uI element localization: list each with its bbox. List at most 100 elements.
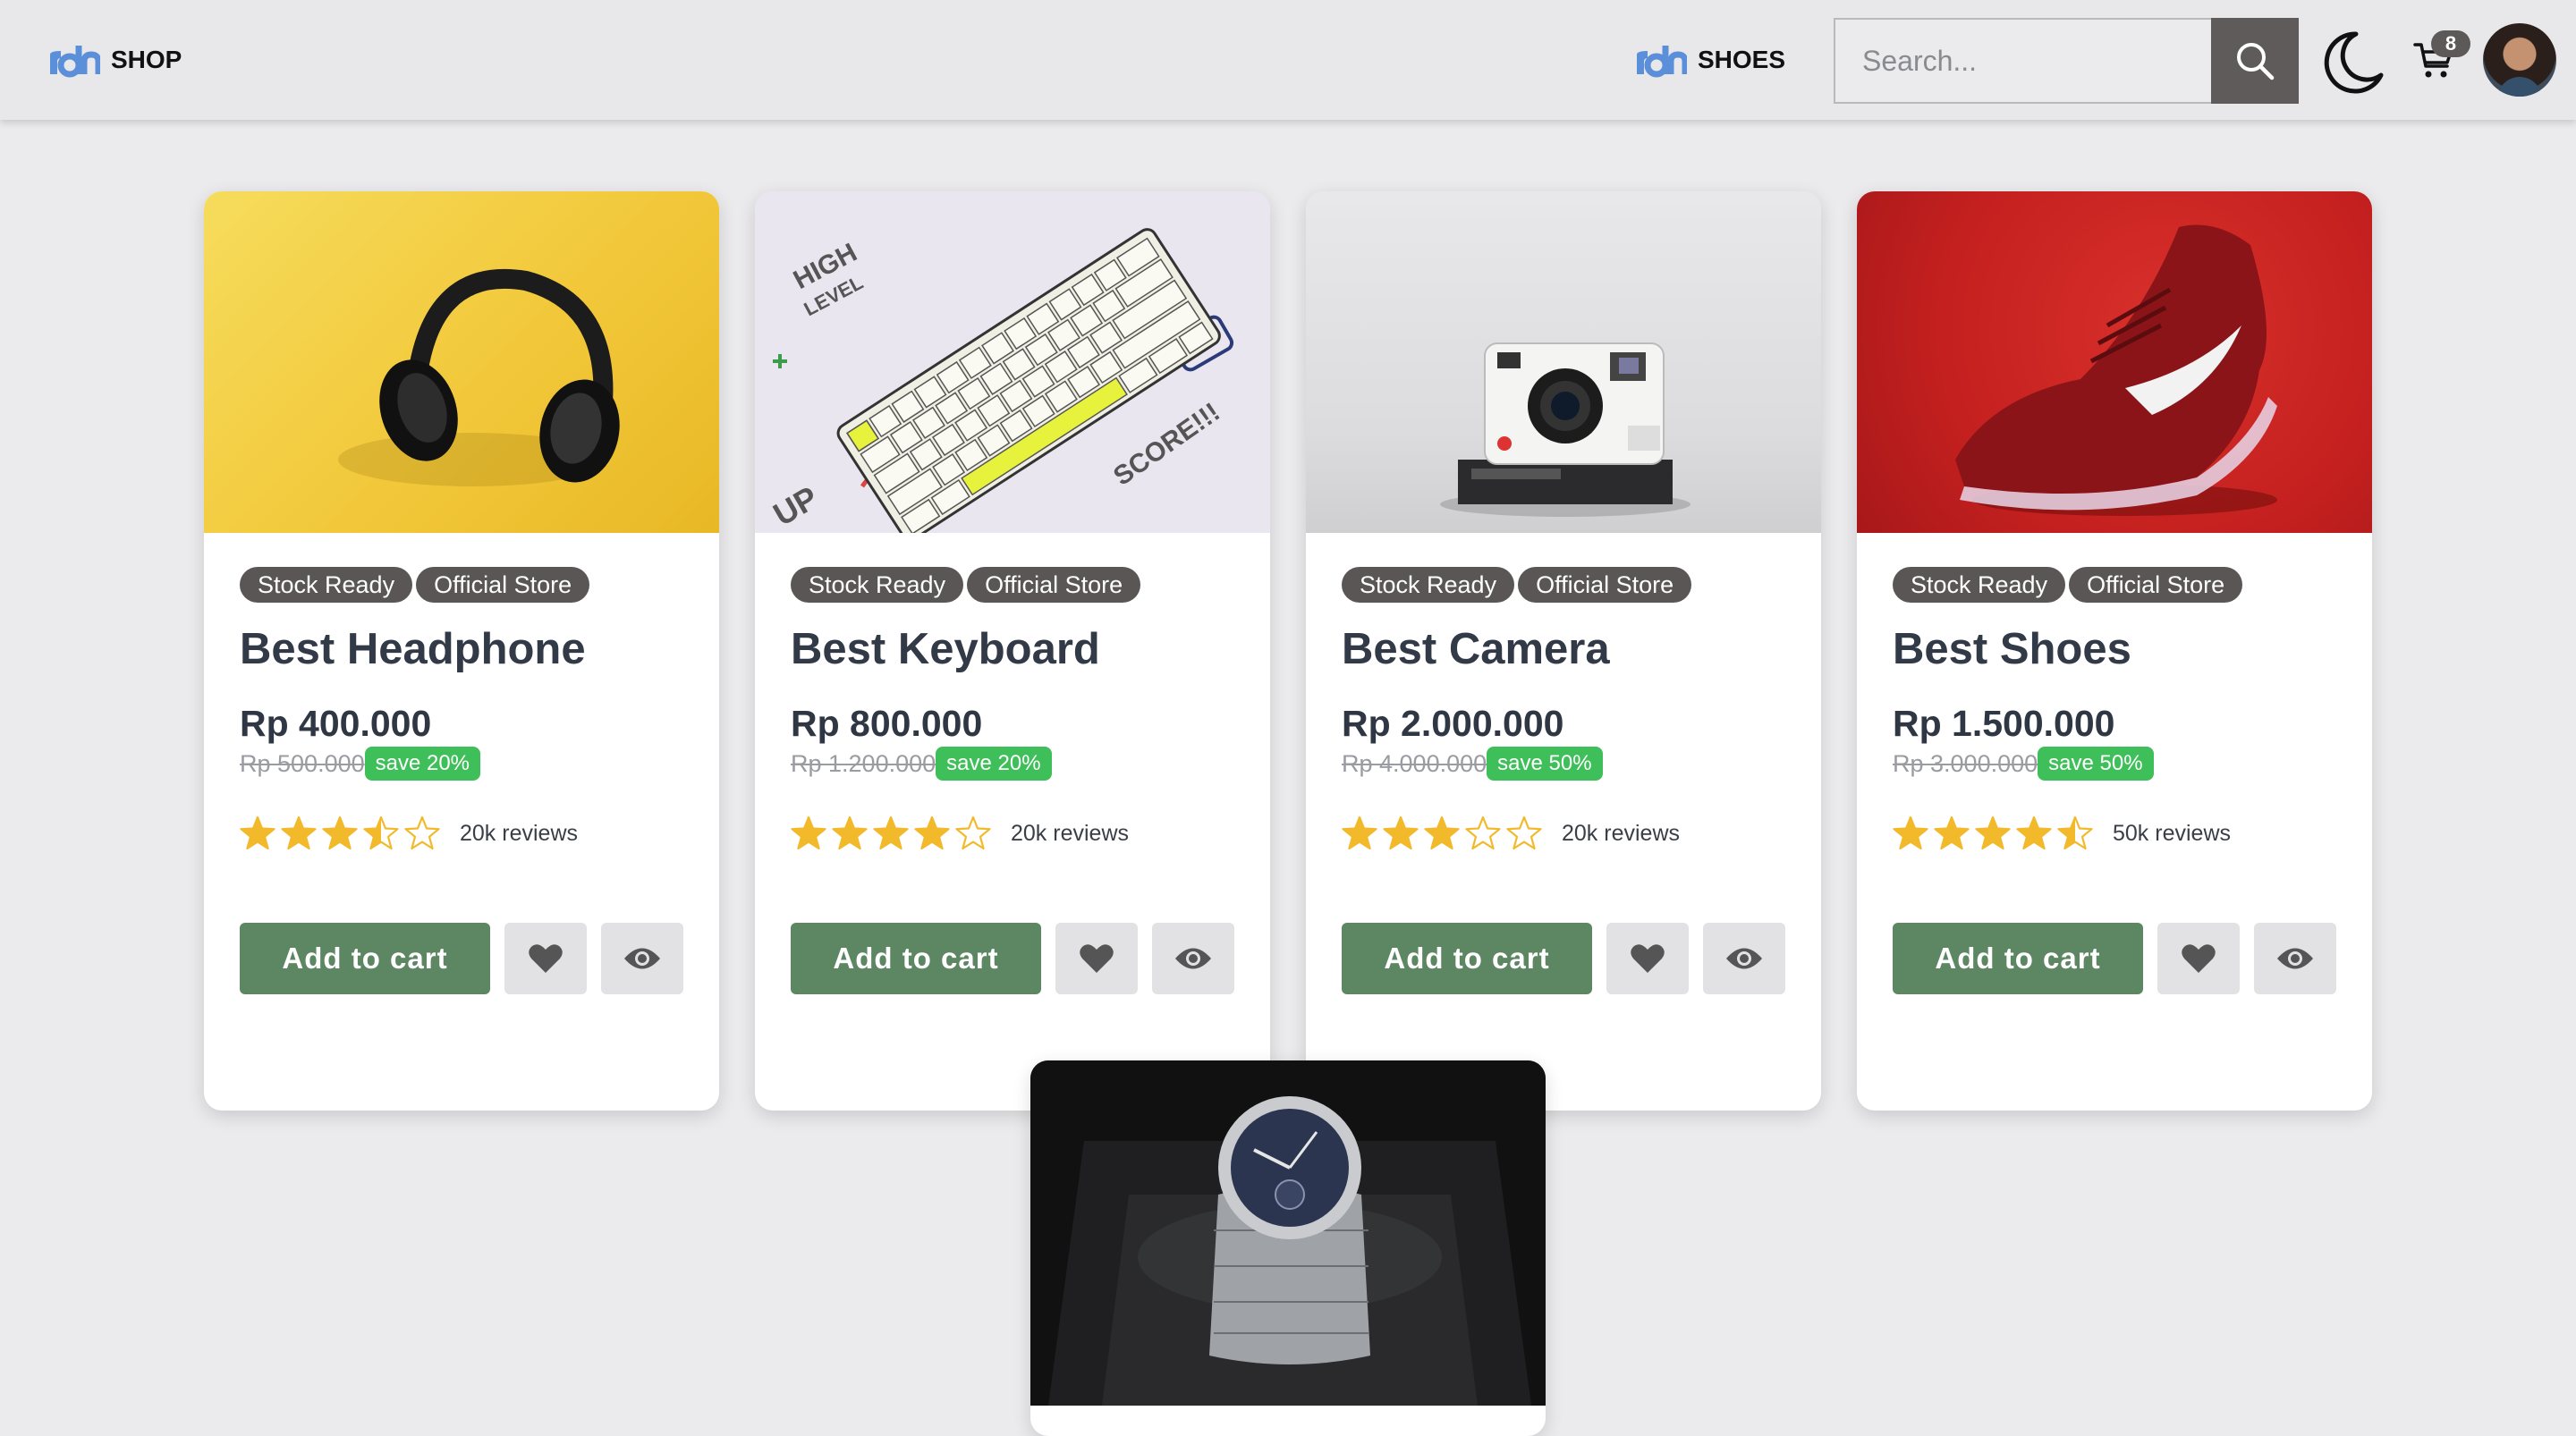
user-avatar[interactable]	[2483, 23, 2556, 97]
quick-view-button[interactable]	[1703, 923, 1785, 994]
star-full-icon	[873, 815, 909, 850]
star-full-icon	[832, 815, 868, 850]
product-rating: 50k reviews	[1893, 814, 2336, 853]
star-full-icon	[322, 815, 358, 850]
wishlist-button[interactable]	[1055, 923, 1138, 994]
tag-badge: Official Store	[1518, 567, 1692, 603]
star-full-icon	[1424, 815, 1460, 850]
star-empty-icon	[955, 815, 991, 850]
tag-list: Stock Ready Official Store	[1893, 567, 2336, 603]
eye-icon	[1726, 948, 1762, 969]
eye-icon	[2277, 948, 2313, 969]
discount-badge: save 50%	[2038, 747, 2154, 781]
eye-icon	[624, 948, 660, 969]
search-icon	[2237, 43, 2275, 80]
quick-view-button[interactable]	[601, 923, 683, 994]
star-empty-icon	[404, 815, 440, 850]
product-price: Rp 1.500.000	[1893, 703, 2115, 744]
tag-badge: Official Store	[2069, 567, 2243, 603]
navbar: SHOP SHOES 8	[0, 0, 2576, 120]
svg-text:UP: UP	[767, 478, 825, 533]
discount-badge: save 50%	[1487, 747, 1603, 781]
add-to-cart-button[interactable]: Add to cart	[240, 923, 490, 994]
original-price: Rp 500.000	[240, 749, 365, 777]
product-title[interactable]: Best Headphone	[240, 622, 683, 676]
discount-badge: save 20%	[936, 747, 1052, 781]
star-full-icon	[1934, 815, 1970, 850]
wishlist-button[interactable]	[2157, 923, 2240, 994]
product-card	[1030, 1060, 1546, 1436]
product-card: Stock Ready Official Store Best Shoes Rp…	[1857, 191, 2372, 1111]
brand-shop-link[interactable]: SHOP	[47, 39, 182, 80]
heart-icon	[2182, 944, 2216, 973]
product-price: Rp 2.000.000	[1342, 703, 1564, 744]
original-price: Rp 4.000.000	[1342, 749, 1487, 777]
product-title[interactable]: Best Camera	[1342, 622, 1785, 676]
search-button[interactable]	[2211, 18, 2299, 104]
star-full-icon	[2016, 815, 2052, 850]
keyboard-image[interactable]: HIGH LEVEL SCORE!!! UP	[755, 191, 1270, 533]
original-price: Rp 3.000.000	[1893, 749, 2038, 777]
cart-count-badge: 8	[2431, 30, 2470, 57]
brand-logo-icon	[1637, 46, 1687, 78]
heart-icon	[529, 944, 563, 973]
star-full-icon	[914, 815, 950, 850]
search-input[interactable]	[1834, 18, 2211, 104]
star-rating	[1342, 815, 1542, 851]
tag-badge: Stock Ready	[1342, 567, 1515, 603]
search-bar	[1834, 18, 2299, 104]
product-price: Rp 400.000	[240, 703, 432, 744]
original-price: Rp 1.200.000	[791, 749, 936, 777]
star-full-icon	[1342, 815, 1377, 850]
star-half-icon	[363, 815, 399, 850]
heart-icon	[1631, 944, 1665, 973]
star-full-icon	[1893, 815, 1928, 850]
dark-mode-moon-icon[interactable]	[2318, 29, 2386, 97]
star-empty-icon	[1465, 815, 1501, 850]
brand-logo-icon	[50, 46, 100, 78]
discount-badge: save 20%	[364, 747, 481, 781]
product-title[interactable]: Best Keyboard	[791, 622, 1234, 676]
eye-icon	[1175, 948, 1211, 969]
brand-shoes-link[interactable]: SHOES	[1633, 39, 1785, 80]
star-full-icon	[791, 815, 826, 850]
heart-icon	[1080, 944, 1114, 973]
headphone-image[interactable]	[204, 191, 719, 533]
quick-view-button[interactable]	[2254, 923, 2336, 994]
wishlist-button[interactable]	[504, 923, 587, 994]
product-rating: 20k reviews	[1342, 814, 1785, 853]
camera-image[interactable]	[1306, 191, 1821, 533]
star-half-icon	[2057, 815, 2093, 850]
watch-image[interactable]	[1030, 1060, 1546, 1406]
product-price: Rp 800.000	[791, 703, 983, 744]
star-rating	[1893, 815, 2093, 851]
product-rating: 20k reviews	[240, 814, 683, 853]
review-count: 20k reviews	[1011, 820, 1129, 846]
star-rating	[240, 815, 440, 851]
wishlist-button[interactable]	[1606, 923, 1689, 994]
star-full-icon	[240, 815, 275, 850]
tag-list: Stock Ready Official Store	[1342, 567, 1785, 603]
add-to-cart-button[interactable]: Add to cart	[791, 923, 1041, 994]
add-to-cart-button[interactable]: Add to cart	[1893, 923, 2143, 994]
shoe-image[interactable]	[1857, 191, 2372, 533]
add-to-cart-button[interactable]: Add to cart	[1342, 923, 1592, 994]
quick-view-button[interactable]	[1152, 923, 1234, 994]
star-full-icon	[1383, 815, 1419, 850]
tag-badge: Official Store	[416, 567, 590, 603]
review-count: 20k reviews	[460, 820, 578, 846]
star-full-icon	[1975, 815, 2011, 850]
review-count: 20k reviews	[1562, 820, 1680, 846]
product-title[interactable]: Best Shoes	[1893, 622, 2336, 676]
brand-shoes-label: SHOES	[1698, 46, 1786, 73]
tag-badge: Official Store	[967, 567, 1141, 603]
review-count: 50k reviews	[2113, 820, 2231, 846]
product-card: HIGH LEVEL SCORE!!! UP Stock Ready Offic…	[755, 191, 1270, 1111]
product-rating: 20k reviews	[791, 814, 1234, 853]
tag-list: Stock Ready Official Store	[240, 567, 683, 603]
product-card: Stock Ready Official Store Best Headphon…	[204, 191, 719, 1111]
star-empty-icon	[1506, 815, 1542, 850]
star-rating	[791, 815, 991, 851]
tag-badge: Stock Ready	[240, 567, 413, 603]
svg-text:SCORE!!!: SCORE!!!	[1108, 397, 1225, 491]
